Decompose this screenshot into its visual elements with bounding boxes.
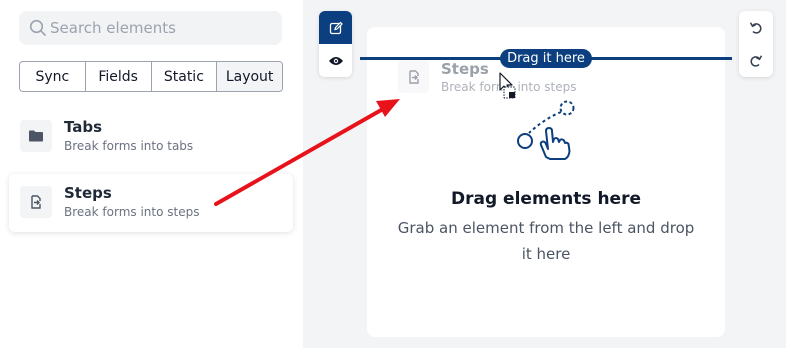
tab-static[interactable]: Static xyxy=(152,62,218,91)
undo-icon xyxy=(749,21,762,34)
redo-button[interactable] xyxy=(739,44,773,77)
search-input[interactable] xyxy=(50,11,275,45)
element-title: Steps xyxy=(64,184,112,202)
element-item-steps[interactable]: Steps Break forms into steps xyxy=(9,174,293,232)
search-box[interactable] xyxy=(19,11,282,45)
search-icon xyxy=(29,19,46,36)
eye-icon xyxy=(328,56,343,65)
tab-layout[interactable]: Layout xyxy=(217,62,282,91)
mode-toolbar xyxy=(319,11,352,77)
folder-icon xyxy=(20,120,52,152)
element-item-tabs[interactable]: Tabs Break forms into tabs xyxy=(9,108,293,166)
edit-mode-button[interactable] xyxy=(319,11,352,44)
empty-state-title: Drag elements here xyxy=(451,189,641,209)
preview-mode-button[interactable] xyxy=(319,44,352,77)
category-tabs: Sync Fields Static Layout xyxy=(19,61,283,92)
redo-icon xyxy=(750,54,763,67)
ghost-description: Break forms into steps xyxy=(441,80,577,94)
element-description: Break forms into tabs xyxy=(64,139,194,153)
tab-sync[interactable]: Sync xyxy=(20,62,86,91)
tab-fields[interactable]: Fields xyxy=(86,62,152,91)
steps-icon xyxy=(398,60,429,93)
empty-state-subtitle: Grab an element from the left and drop i… xyxy=(397,219,695,263)
history-toolbar xyxy=(739,11,773,77)
drop-indicator-label: Drag it here xyxy=(500,49,592,68)
ghost-title: Steps xyxy=(441,60,489,78)
undo-button[interactable] xyxy=(739,11,773,44)
edit-icon xyxy=(329,21,343,34)
steps-icon xyxy=(20,186,52,218)
element-title: Tabs xyxy=(64,118,103,136)
drag-illustration xyxy=(517,100,575,160)
element-description: Break forms into steps xyxy=(64,205,200,219)
